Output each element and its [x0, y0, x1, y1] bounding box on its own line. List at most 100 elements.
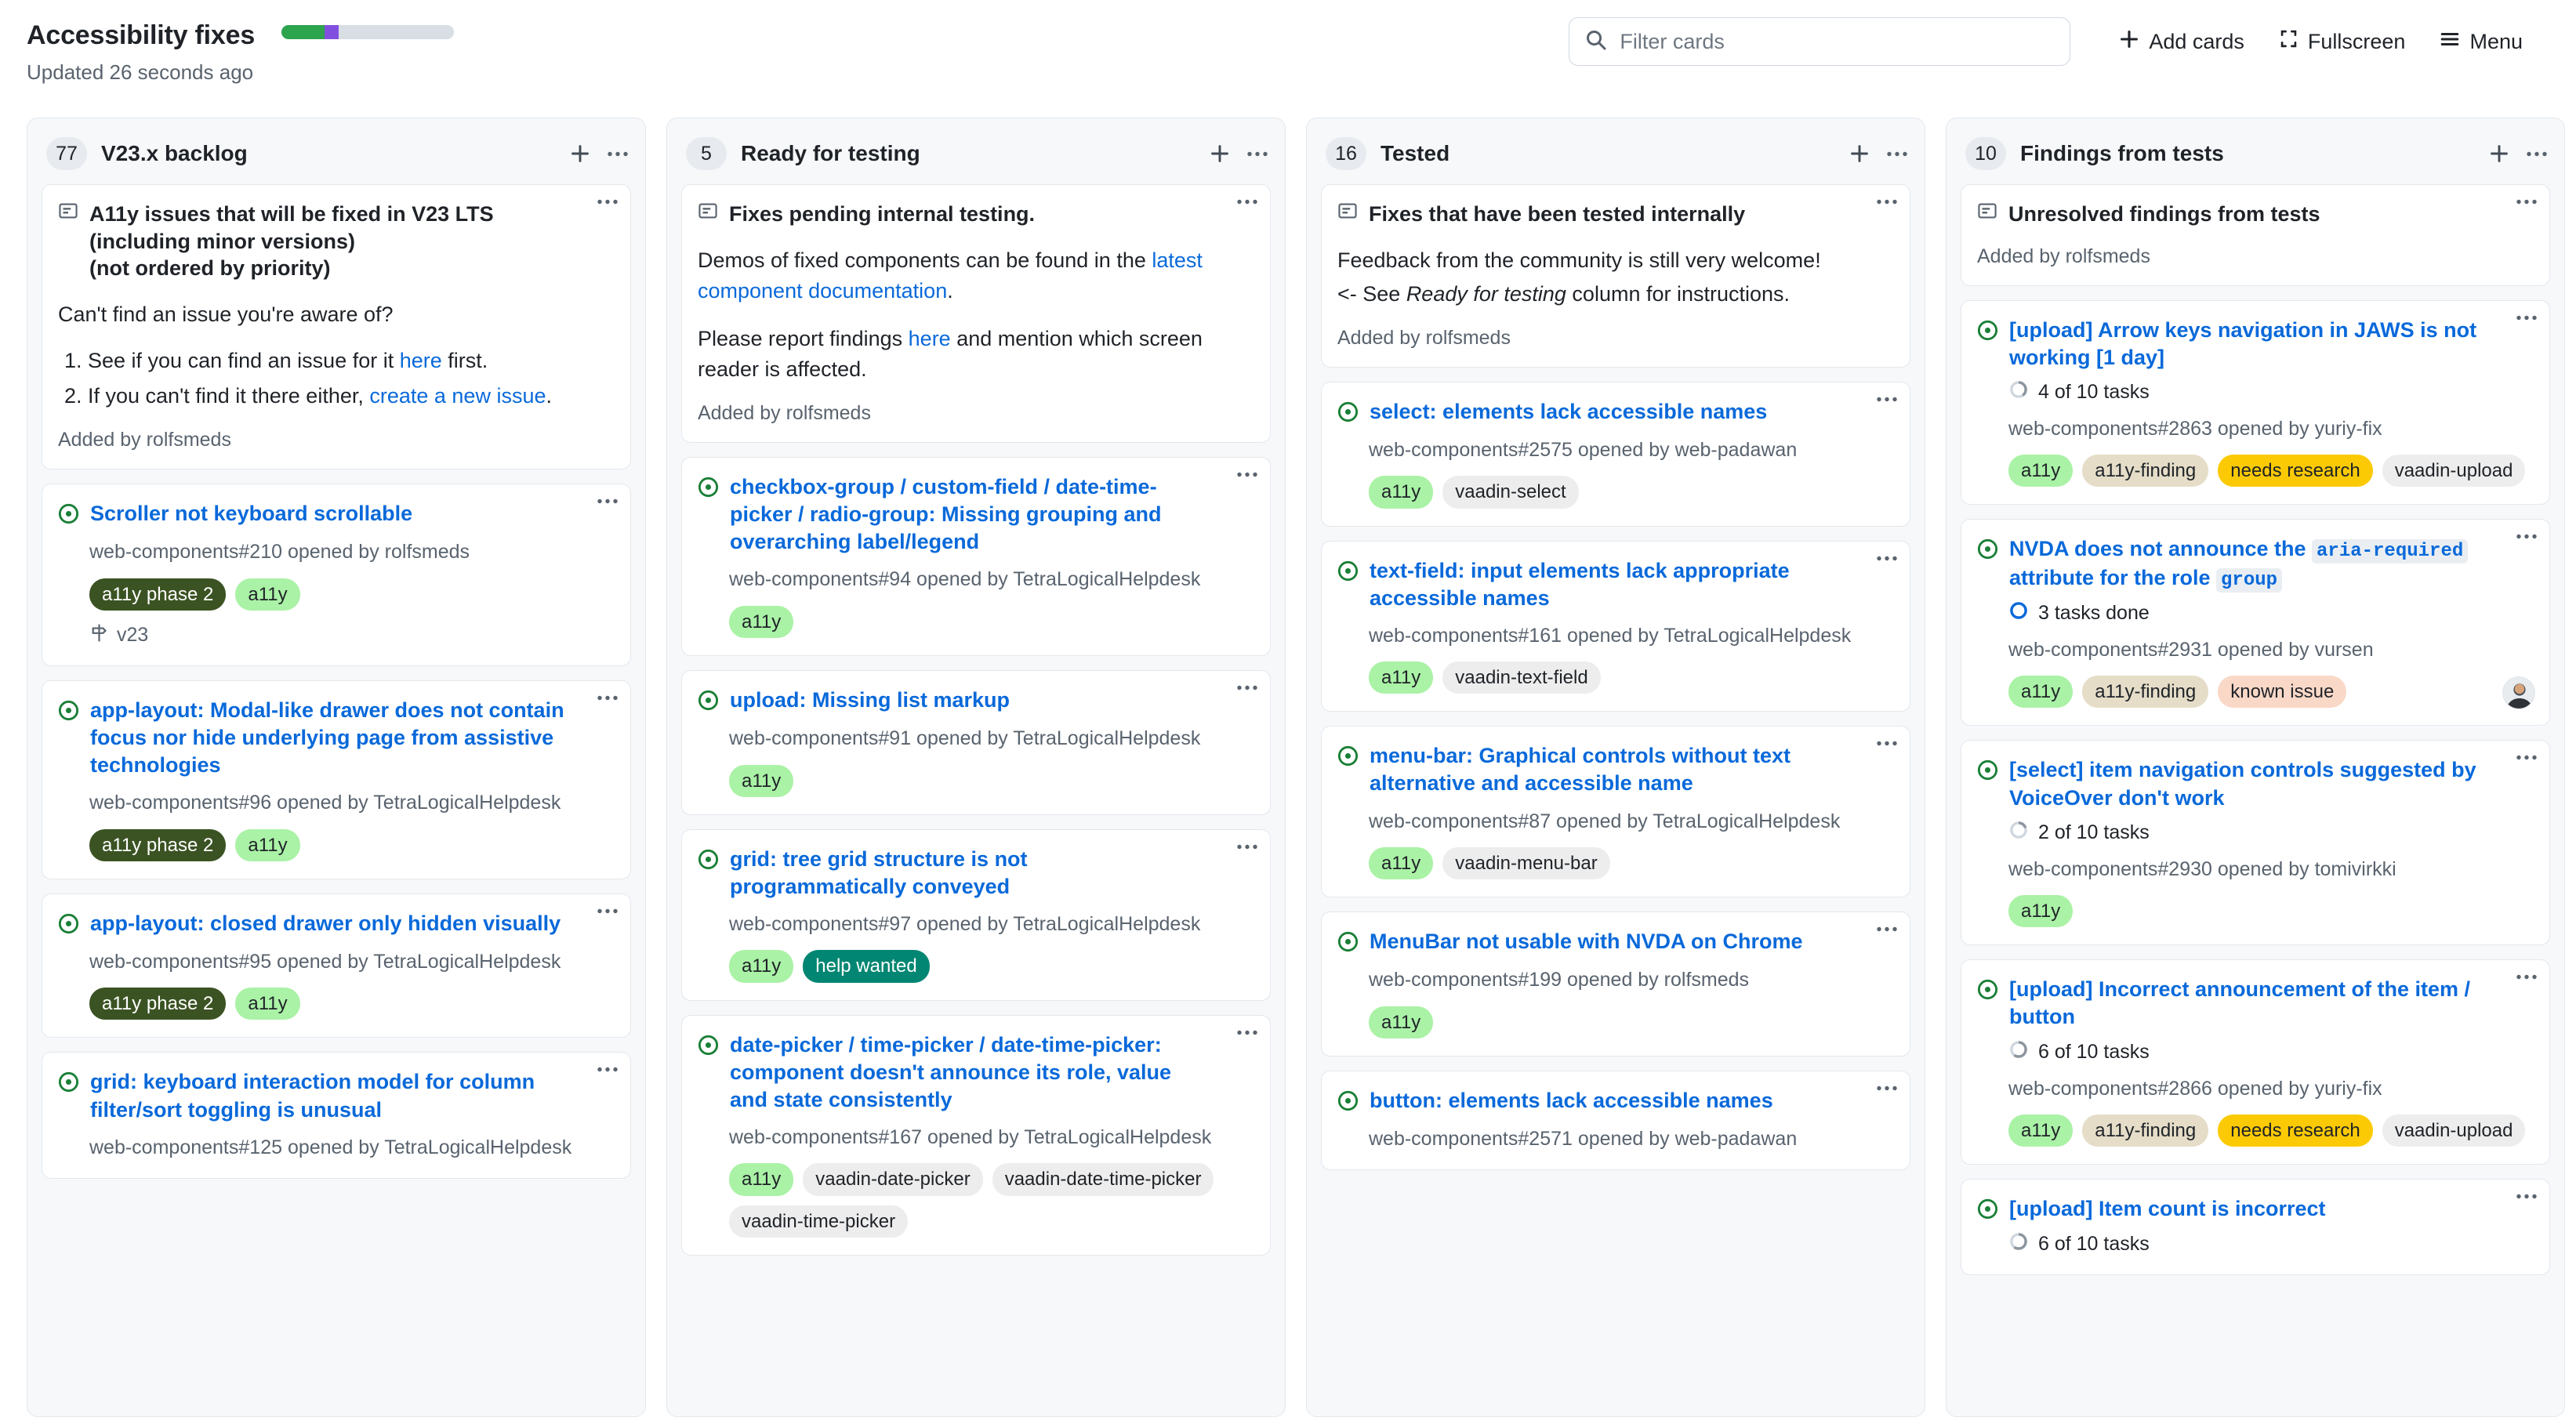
search-input[interactable]: [1620, 29, 2055, 54]
card-options-button[interactable]: [1877, 926, 1897, 932]
issue-card[interactable]: [upload] Arrow keys navigation in JAWS i…: [1961, 299, 2550, 506]
issue-label[interactable]: needs research: [2218, 1114, 2373, 1147]
issue-label[interactable]: vaadin-date-time-picker: [992, 1163, 1214, 1196]
card-options-button[interactable]: [1877, 556, 1897, 561]
issue-label[interactable]: needs research: [2218, 455, 2373, 487]
issue-title-link[interactable]: date-picker / time-picker / date-time-pi…: [730, 1031, 1206, 1114]
card-options-button[interactable]: [597, 498, 618, 504]
card-options-button[interactable]: [2516, 199, 2537, 205]
card-options-button[interactable]: [597, 908, 618, 914]
issue-title-link[interactable]: MenuBar not usable with NVDA on Chrome: [1370, 928, 1803, 955]
issue-label[interactable]: help wanted: [803, 950, 930, 983]
issue-label[interactable]: a11y: [2008, 1114, 2073, 1147]
issue-label[interactable]: a11y: [1369, 661, 1434, 694]
issue-card[interactable]: select: elements lack accessible names we…: [1321, 381, 1910, 527]
note-inline-link[interactable]: here: [400, 349, 442, 372]
issue-card[interactable]: [upload] Item count is incorrect 6 of 10 …: [1961, 1179, 2550, 1276]
issue-label[interactable]: a11y-finding: [2082, 676, 2209, 709]
issue-label[interactable]: a11y phase 2: [89, 828, 227, 861]
issue-label[interactable]: known issue: [2218, 676, 2347, 709]
issue-label[interactable]: a11y: [1369, 476, 1434, 509]
issue-label[interactable]: a11y: [729, 605, 794, 639]
issue-card[interactable]: grid: tree grid structure is not program…: [681, 828, 1271, 1001]
issue-label[interactable]: a11y phase 2: [89, 988, 227, 1020]
card-options-button[interactable]: [1237, 844, 1257, 850]
card-options-button[interactable]: [2516, 974, 2537, 980]
issue-label[interactable]: a11y-finding: [2082, 455, 2209, 487]
issue-label[interactable]: vaadin-text-field: [1442, 661, 1601, 694]
issue-label[interactable]: vaadin-time-picker: [729, 1205, 909, 1238]
issue-label[interactable]: vaadin-date-picker: [803, 1163, 983, 1196]
card-options-button[interactable]: [597, 199, 618, 205]
issue-label[interactable]: a11y: [1369, 1006, 1434, 1038]
issue-label[interactable]: vaadin-select: [1442, 476, 1579, 509]
card-options-button[interactable]: [2516, 534, 2537, 539]
issue-title-link[interactable]: Scroller not keyboard scrollable: [90, 500, 412, 527]
note-card[interactable]: Fixes pending internal testing. Demos of …: [681, 184, 1271, 444]
issue-title-link[interactable]: [select] item navigation controls sugges…: [2009, 756, 2485, 811]
issue-card[interactable]: date-picker / time-picker / date-time-pi…: [681, 1014, 1271, 1256]
issue-label[interactable]: a11y: [2008, 895, 2073, 928]
issue-card[interactable]: Scroller not keyboard scrollable web-comp…: [42, 484, 631, 666]
fullscreen-button[interactable]: Fullscreen: [2262, 21, 2423, 62]
issue-card[interactable]: button: elements lack accessible names we…: [1321, 1070, 1910, 1171]
issue-title-link[interactable]: text-field: input elements lack appropri…: [1370, 557, 1845, 612]
issue-label[interactable]: a11y: [2008, 455, 2073, 487]
note-card[interactable]: Fixes that have been tested internally Fe…: [1321, 184, 1910, 368]
issue-card[interactable]: text-field: input elements lack appropri…: [1321, 540, 1910, 712]
note-inline-link[interactable]: here: [909, 327, 951, 350]
issue-title-link[interactable]: grid: tree grid structure is not program…: [730, 846, 1206, 901]
issue-label[interactable]: a11y: [729, 1163, 794, 1196]
add-card-to-column-button[interactable]: [570, 143, 590, 164]
column-options-button[interactable]: [1247, 151, 1268, 157]
card-options-button[interactable]: [2516, 1194, 2537, 1199]
issue-card[interactable]: grid: keyboard interaction model for col…: [42, 1052, 631, 1180]
issue-label[interactable]: a11y-finding: [2082, 1114, 2209, 1147]
column-options-button[interactable]: [608, 151, 628, 157]
issue-title-link[interactable]: select: elements lack accessible names: [1370, 398, 1767, 426]
issue-label[interactable]: a11y: [235, 988, 300, 1020]
note-inline-link[interactable]: latest component documentation: [698, 248, 1203, 303]
add-cards-button[interactable]: Add cards: [2102, 21, 2262, 63]
menu-button[interactable]: Menu: [2422, 21, 2540, 63]
issue-card[interactable]: checkbox-group / custom-field / date-tim…: [681, 457, 1271, 657]
card-options-button[interactable]: [1237, 685, 1257, 690]
card-options-button[interactable]: [1237, 199, 1257, 205]
issue-label[interactable]: a11y: [235, 828, 300, 861]
card-options-button[interactable]: [1877, 1085, 1897, 1091]
card-options-button[interactable]: [1877, 199, 1897, 205]
issue-label[interactable]: a11y: [235, 578, 300, 611]
issue-label[interactable]: vaadin-upload: [2382, 455, 2526, 487]
issue-title-link[interactable]: upload: Missing list markup: [730, 687, 1010, 714]
card-options-button[interactable]: [1877, 741, 1897, 746]
note-card[interactable]: A11y issues that will be fixed in V23 LT…: [42, 184, 631, 470]
note-card[interactable]: Unresolved findings from tests Added by r…: [1961, 184, 2550, 286]
issue-card[interactable]: NVDA does not announce the aria-required…: [1961, 519, 2550, 727]
issue-title-link[interactable]: [upload] Arrow keys navigation in JAWS i…: [2009, 317, 2485, 371]
issue-card[interactable]: upload: Missing list markup web-component…: [681, 670, 1271, 815]
add-card-to-column-button[interactable]: [2489, 143, 2509, 164]
card-options-button[interactable]: [1237, 472, 1257, 477]
issue-label[interactable]: a11y phase 2: [89, 578, 227, 611]
card-options-button[interactable]: [1877, 397, 1897, 402]
issue-label[interactable]: vaadin-upload: [2382, 1114, 2526, 1147]
issue-title-link[interactable]: NVDA does not announce the aria-required…: [2009, 535, 2485, 593]
issue-card[interactable]: app-layout: Modal-like drawer does not c…: [42, 680, 631, 879]
card-options-button[interactable]: [597, 1067, 618, 1072]
issue-label[interactable]: a11y: [2008, 676, 2073, 709]
issue-title-link[interactable]: grid: keyboard interaction model for col…: [90, 1068, 566, 1123]
issue-title-link[interactable]: app-layout: closed drawer only hidden vi…: [90, 910, 561, 937]
filter-cards-box[interactable]: [1569, 17, 2071, 66]
issue-label[interactable]: vaadin-menu-bar: [1442, 847, 1610, 880]
issue-label[interactable]: a11y: [1369, 847, 1434, 880]
issue-title-link[interactable]: button: elements lack accessible names: [1370, 1087, 1773, 1114]
note-inline-link[interactable]: create a new issue: [369, 384, 546, 408]
card-options-button[interactable]: [1237, 1030, 1257, 1035]
card-options-button[interactable]: [597, 695, 618, 701]
issue-card[interactable]: [upload] Incorrect announcement of the i…: [1961, 959, 2550, 1165]
column-options-button[interactable]: [1887, 151, 1907, 157]
issue-title-link[interactable]: checkbox-group / custom-field / date-tim…: [730, 473, 1206, 556]
add-card-to-column-button[interactable]: [1210, 143, 1230, 164]
add-card-to-column-button[interactable]: [1849, 143, 1870, 164]
issue-label[interactable]: a11y: [729, 950, 794, 983]
